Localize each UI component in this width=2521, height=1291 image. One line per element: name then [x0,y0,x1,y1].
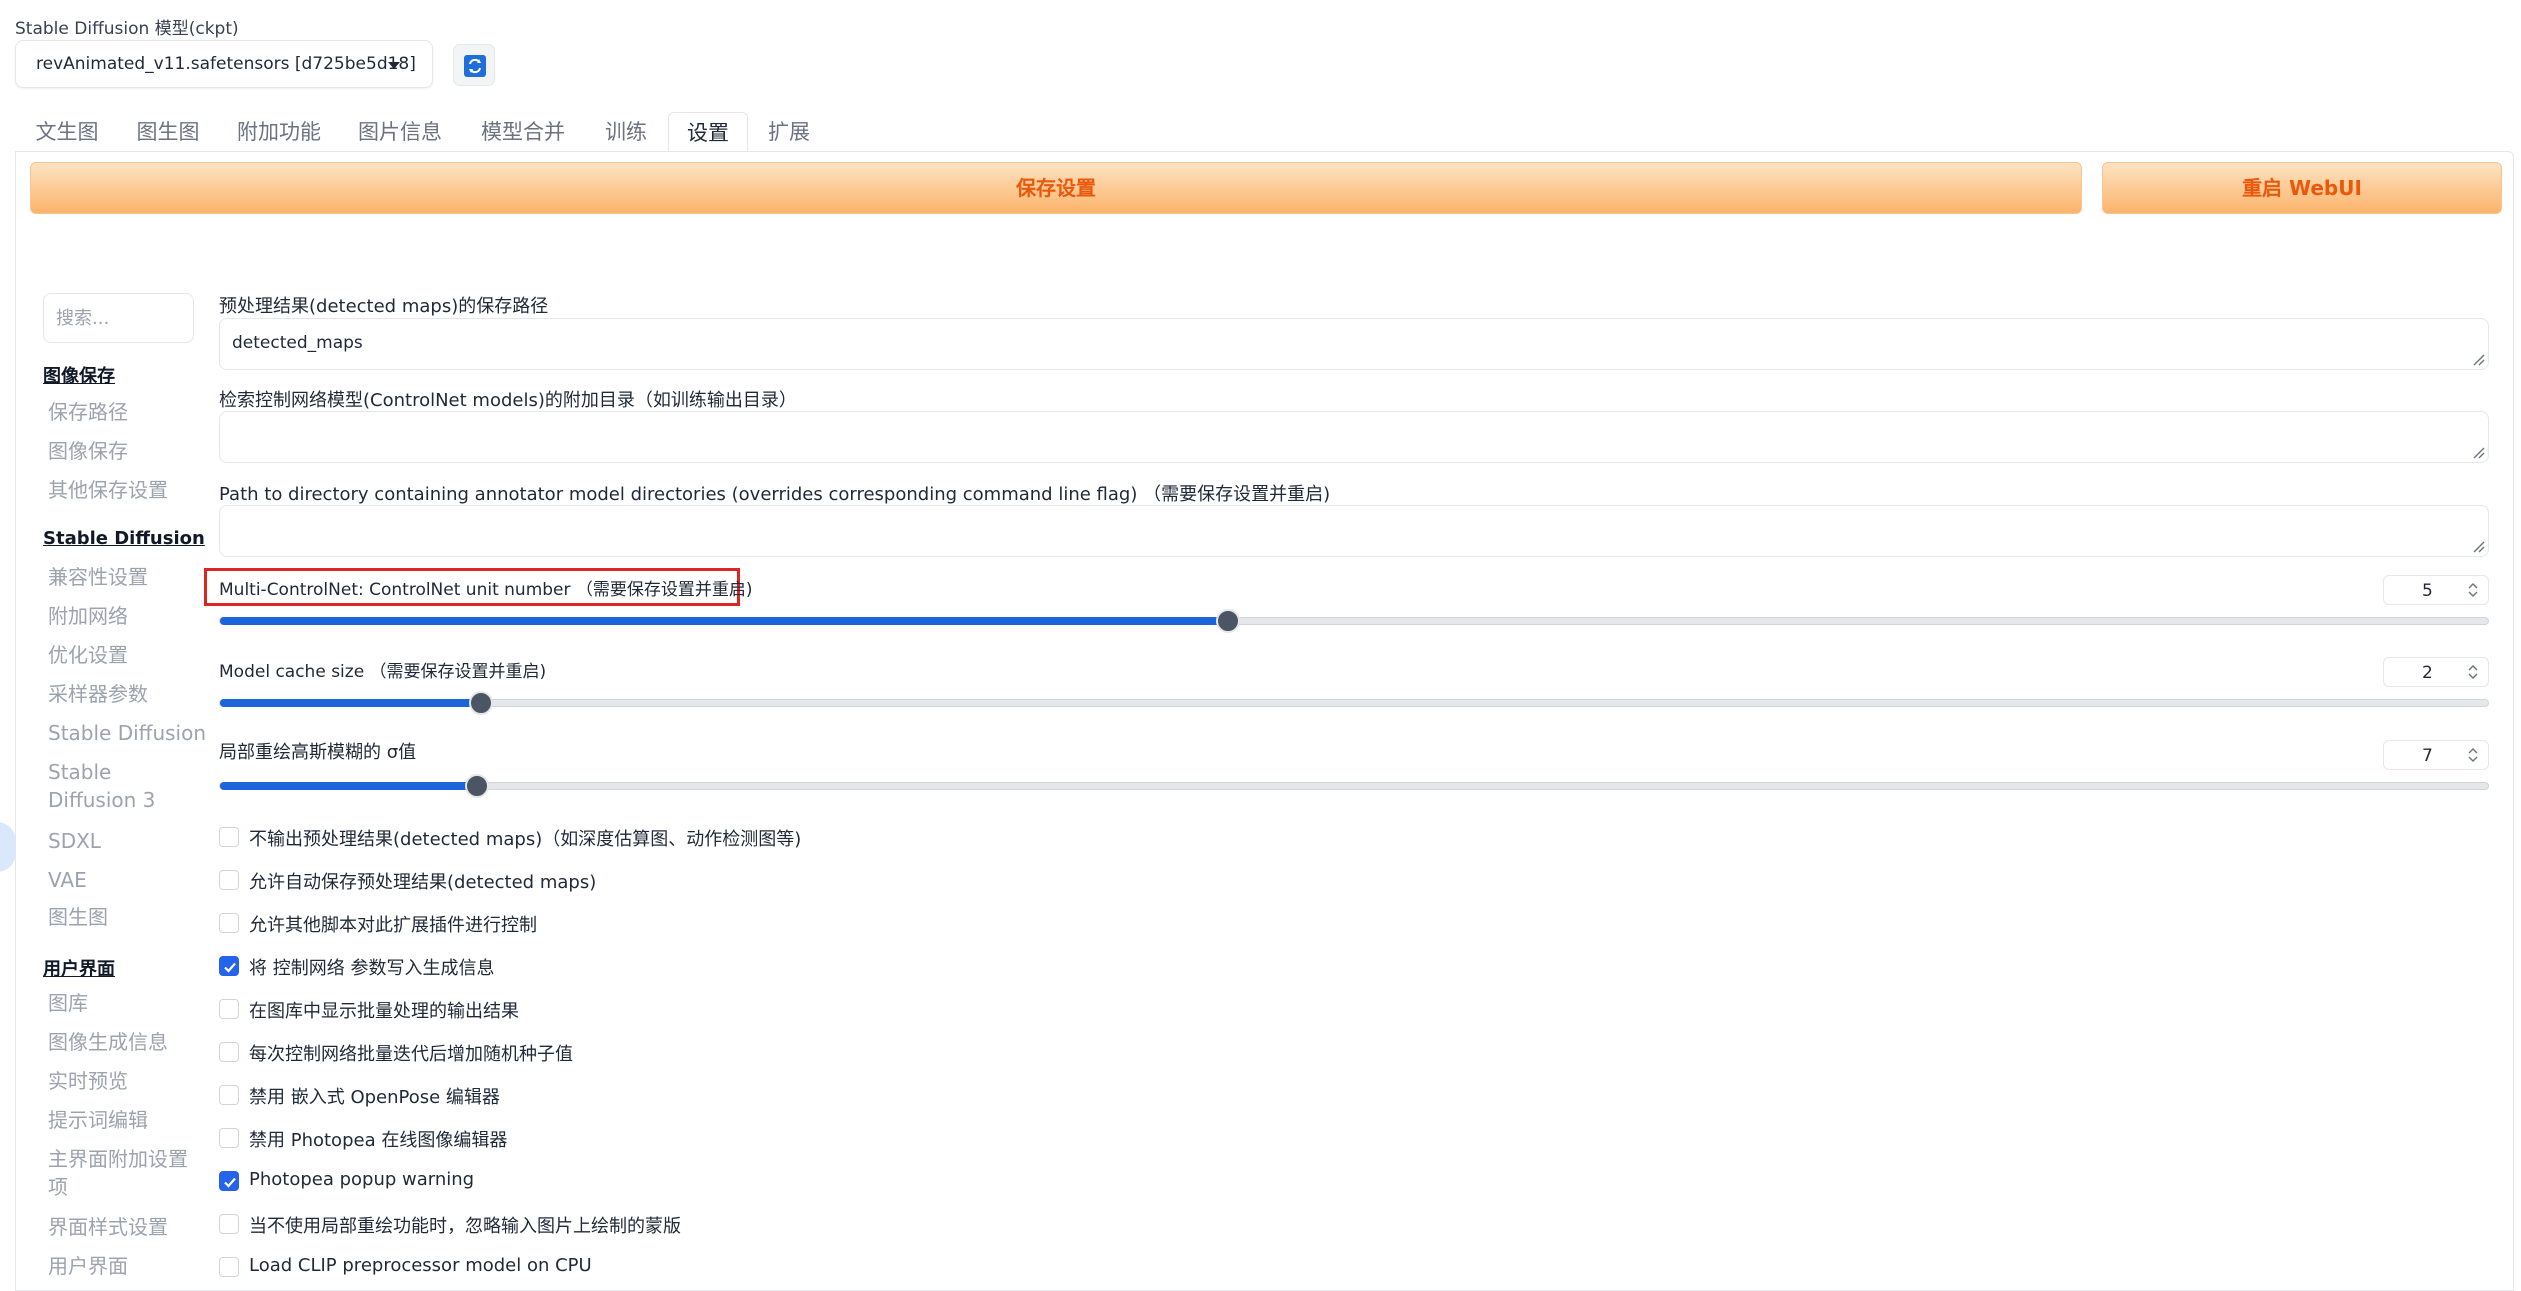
check-icon [224,962,236,973]
nav-group-user-interface[interactable]: 用户界面 [43,955,115,981]
resize-grip-icon[interactable] [2471,539,2485,553]
nav-item-quicksettings[interactable]: 主界面附加设置项 [48,1145,198,1201]
floating-assistant-icon[interactable] [0,822,16,872]
tab-extensions[interactable]: 扩展 [767,112,811,152]
slider-thumb[interactable] [1216,609,1240,633]
checkbox-label: 每次控制网络批量迭代后增加随机种子值 [249,1044,573,1065]
annotator-models-dir-input[interactable] [219,505,2489,557]
nav-item-sdxl[interactable]: SDXL [48,827,101,855]
spinner-icon[interactable] [2466,580,2480,600]
resize-grip-icon[interactable] [2471,352,2485,366]
checkbox-label: 允许其他脚本对此扩展插件进行控制 [249,915,537,936]
tab-png-info[interactable]: 图片信息 [358,112,442,152]
nav-item-live-preview[interactable]: 实时预览 [48,1067,128,1095]
nav-item-image-saving[interactable]: 图像保存 [48,437,128,465]
nav-item-stable-diffusion[interactable]: Stable Diffusion [48,719,206,747]
checkbox-checked[interactable] [219,956,239,976]
slider-fill [220,782,477,790]
tab-train[interactable]: 训练 [604,112,648,152]
nav-item-extra-networks[interactable]: 附加网络 [48,602,128,630]
checkbox-label: 不输出预处理结果(detected maps)（如深度估算图、动作检测图等) [249,829,802,850]
tab-img2img[interactable]: 图生图 [136,112,200,152]
nav-item-other-saving[interactable]: 其他保存设置 [48,476,168,504]
nav-item-save-paths[interactable]: 保存路径 [48,398,128,426]
slider-thumb[interactable] [465,774,489,798]
model-label: Stable Diffusion 模型(ckpt) [15,19,239,39]
slider-fill [220,699,481,707]
tab-extras[interactable]: 附加功能 [237,112,321,152]
checkbox[interactable] [219,827,239,847]
model-cache-size-value: 2 [2422,663,2433,683]
nav-item-prompt-editing[interactable]: 提示词编辑 [48,1106,148,1134]
multi-controlnet-label: Multi-ControlNet: ControlNet unit number… [219,580,753,600]
nav-group-stable-diffusion[interactable]: Stable Diffusion [43,528,205,549]
refresh-button[interactable] [453,44,495,86]
nav-item-optimizations[interactable]: 优化设置 [48,641,128,669]
slider-thumb[interactable] [469,691,493,715]
model-cache-size-number-input[interactable]: 2 [2383,657,2489,687]
tab-checkpoint-merger[interactable]: 模型合并 [481,112,565,152]
spinner-icon[interactable] [2466,662,2480,682]
tab-settings[interactable]: 设置 [668,112,748,152]
check-icon [224,1177,236,1188]
nav-group-image-saving[interactable]: 图像保存 [43,362,115,388]
annotator-models-dir-label: Path to directory containing annotator m… [219,484,1331,505]
model-cache-size-slider[interactable] [219,691,2489,715]
refresh-icon [464,55,486,77]
model-selected-value: revAnimated_v11.safetensors [d725be5d18] [36,54,416,74]
checkbox-label: 当不使用局部重绘功能时，忽略输入图片上绘制的蒙版 [249,1216,681,1237]
multi-controlnet-value: 5 [2422,581,2433,601]
nav-item-vae[interactable]: VAE [48,866,87,894]
tab-txt2img[interactable]: 文生图 [35,112,99,152]
nav-item-sampler-params[interactable]: 采样器参数 [48,680,148,708]
checkbox[interactable] [219,1128,239,1148]
slider-fill [220,617,1228,625]
model-cache-size-label: Model cache size （需要保存设置并重启) [219,662,547,682]
checkbox[interactable] [219,1085,239,1105]
checkbox-label: 将 控制网络 参数写入生成信息 [249,958,495,979]
restart-webui-button[interactable]: 重启 WebUI [2102,162,2502,214]
inpaint-sigma-label: 局部重绘高斯模糊的 σ值 [219,742,417,763]
save-settings-button[interactable]: 保存设置 [30,162,2082,214]
nav-item-ui-style[interactable]: 界面样式设置 [48,1213,168,1241]
spinner-icon[interactable] [2466,745,2480,765]
detected-maps-path-label: 预处理结果(detected maps)的保存路径 [219,296,549,317]
checkbox[interactable] [219,1214,239,1234]
resize-grip-icon[interactable] [2471,445,2485,459]
checkbox[interactable] [219,913,239,933]
controlnet-models-dir-input[interactable] [219,411,2489,463]
checkbox-label: 在图库中显示批量处理的输出结果 [249,1001,519,1022]
multi-controlnet-slider[interactable] [219,609,2489,633]
chevron-down-icon [388,62,400,69]
checkbox-label: 禁用 嵌入式 OpenPose 编辑器 [249,1087,500,1108]
inpaint-sigma-slider[interactable] [219,774,2489,798]
detected-maps-path-value: detected_maps [232,333,363,353]
settings-search-input[interactable] [43,293,194,343]
nav-item-user-interface[interactable]: 用户界面 [48,1252,128,1280]
controlnet-models-dir-label: 检索控制网络模型(ControlNet models)的附加目录（如训练输出目录… [219,390,797,411]
checkbox[interactable] [219,870,239,890]
checkbox-label: 允许自动保存预处理结果(detected maps) [249,872,597,893]
checkbox[interactable] [219,1257,239,1277]
checkbox-label: Photopea popup warning [249,1169,475,1190]
nav-item-infotext[interactable]: 图像生成信息 [48,1028,168,1056]
checkbox[interactable] [219,999,239,1019]
nav-item-compatibility[interactable]: 兼容性设置 [48,563,148,591]
nav-item-gallery[interactable]: 图库 [48,989,88,1017]
nav-item-img2img[interactable]: 图生图 [48,903,108,931]
checkbox-checked[interactable] [219,1171,239,1191]
model-dropdown[interactable]: revAnimated_v11.safetensors [d725be5d18] [15,40,433,88]
inpaint-sigma-number-input[interactable]: 7 [2383,740,2489,770]
checkbox-label: 禁用 Photopea 在线图像编辑器 [249,1130,508,1151]
detected-maps-path-input[interactable]: detected_maps [219,318,2489,370]
checkbox[interactable] [219,1042,239,1062]
nav-item-stable-diffusion-3[interactable]: Stable Diffusion 3 [48,758,198,814]
multi-controlnet-number-input[interactable]: 5 [2383,575,2489,605]
inpaint-sigma-value: 7 [2422,746,2433,766]
